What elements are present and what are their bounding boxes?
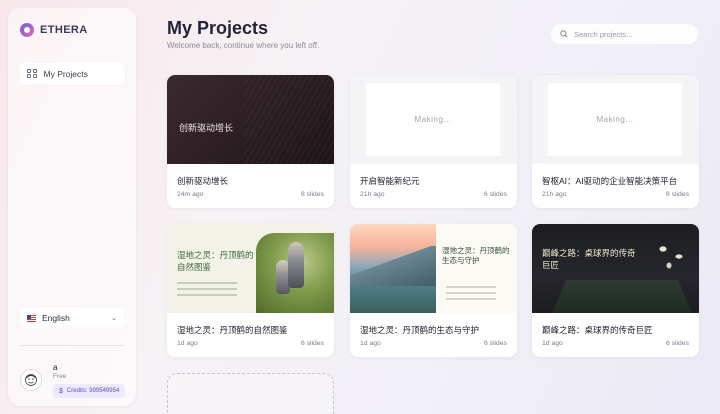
- thumbnail-title: 湿地之灵：丹顶鹤的生态与守护: [442, 246, 510, 265]
- project-time: 24m ago: [177, 191, 204, 198]
- project-card[interactable]: 巅峰之路：桌球界的传奇巨匠 巅峰之路：桌球界的传奇巨匠 1d ago 6 sli…: [532, 224, 699, 357]
- avatar[interactable]: [20, 369, 42, 391]
- project-thumbnail: Making...: [350, 75, 517, 164]
- project-thumbnail: 创新驱动增长: [167, 75, 334, 164]
- credits-badge[interactable]: $ Credits: 999549954: [53, 384, 126, 398]
- project-slide-count: 6 slides: [483, 340, 507, 347]
- project-card[interactable]: 创新驱动增长 创新驱动增长 24m ago 8 slides: [167, 75, 334, 208]
- project-title: 智枢AI：AI驱动的企业智能决策平台: [542, 176, 678, 186]
- user-plan: Free: [53, 373, 67, 380]
- project-thumbnail: 湿地之灵：丹顶鹤的自然图鉴: [167, 224, 334, 313]
- project-card[interactable]: Making... 开启智能新纪元 21h ago 6 slides: [350, 75, 517, 208]
- credits-label: Credits: 999549954: [66, 388, 120, 394]
- project-slide-count: 8 slides: [665, 191, 689, 198]
- project-title: 创新驱动增长: [177, 176, 229, 186]
- sidebar-item-my-projects[interactable]: My Projects: [20, 63, 124, 84]
- project-thumbnail: 湿地之灵：丹顶鹤的生态与守护: [350, 224, 517, 313]
- project-card[interactable]: Making... 智枢AI：AI驱动的企业智能决策平台 21h ago 8 s…: [532, 75, 699, 208]
- project-time: 21h ago: [360, 191, 385, 198]
- page-title: My Projects: [167, 18, 269, 38]
- project-title: 湿地之灵：丹顶鹤的自然图鉴: [177, 325, 288, 335]
- search-icon: [560, 30, 568, 38]
- making-placeholder: Making...: [548, 83, 682, 156]
- project-title: 开启智能新纪元: [360, 176, 420, 186]
- project-time: 1d ago: [360, 340, 381, 347]
- sidebar: ETHERA My Projects English ⌄ a Free $ Cr…: [8, 8, 136, 406]
- project-time: 21h ago: [542, 191, 567, 198]
- search-box[interactable]: [551, 24, 698, 44]
- user-name: a: [53, 363, 58, 372]
- search-input[interactable]: [574, 29, 684, 39]
- project-slide-count: 6 slides: [665, 340, 689, 347]
- project-time: 1d ago: [542, 340, 563, 347]
- chevron-down-icon: ⌄: [111, 315, 117, 322]
- page-subtitle: Welcome back, continue where you left of…: [167, 41, 320, 50]
- project-thumbnail: Making...: [532, 75, 699, 164]
- grid-icon: [27, 68, 37, 79]
- project-time: 1d ago: [177, 340, 198, 347]
- thumbnail-title: 湿地之灵：丹顶鹤的自然图鉴: [177, 251, 254, 273]
- project-title: 湿地之灵：丹顶鹤的生态与守护: [360, 325, 480, 335]
- project-thumbnail: 巅峰之路：桌球界的传奇巨匠: [532, 224, 699, 313]
- ethera-logo-icon: [20, 23, 34, 37]
- project-slide-count: 6 slides: [300, 340, 324, 347]
- project-card[interactable]: 湿地之灵：丹顶鹤的生态与守护 湿地之灵：丹顶鹤的生态与守护 1d ago 6 s…: [350, 224, 517, 357]
- sidebar-item-label: My Projects: [43, 68, 88, 79]
- divider: [20, 345, 124, 346]
- thumbnail-title: 创新驱动增长: [179, 124, 234, 134]
- user-face-icon: [25, 374, 37, 386]
- new-project-card[interactable]: [167, 373, 334, 414]
- language-label: English: [42, 313, 70, 323]
- making-placeholder: Making...: [366, 83, 500, 156]
- project-title: 巅峰之路：桌球界的传奇巨匠: [542, 325, 653, 335]
- thumbnail-title: 巅峰之路：桌球界的传奇巨匠: [542, 249, 636, 271]
- brand-name: ETHERA: [40, 24, 88, 36]
- us-flag-icon: [27, 314, 36, 322]
- dollar-icon: $: [59, 387, 63, 395]
- language-select[interactable]: English ⌄: [20, 308, 124, 328]
- project-slide-count: 6 slides: [483, 191, 507, 198]
- project-slide-count: 8 slides: [300, 191, 324, 198]
- project-card[interactable]: 湿地之灵：丹顶鹤的自然图鉴 湿地之灵：丹顶鹤的自然图鉴 1d ago 6 sli…: [167, 224, 334, 357]
- brand[interactable]: ETHERA: [20, 23, 88, 37]
